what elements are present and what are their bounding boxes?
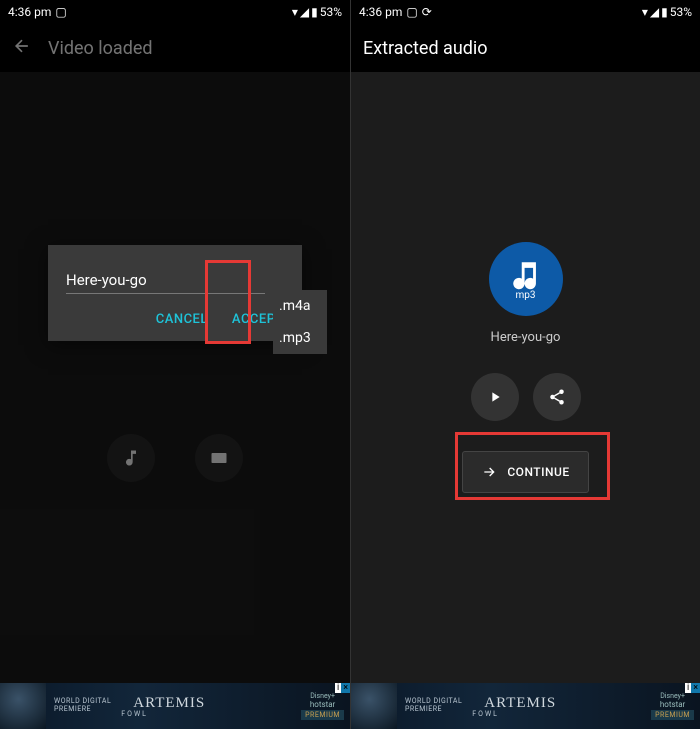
ad-banner[interactable]: WORLD DIGITAL PREMIERE ARTEMIS FOWL Disn… bbox=[0, 683, 350, 729]
play-button[interactable] bbox=[471, 373, 519, 421]
battery-pct: 53% bbox=[320, 5, 342, 19]
audio-format: mp3 bbox=[515, 290, 535, 301]
wifi-icon: ▾ bbox=[642, 5, 648, 19]
arrow-right-icon bbox=[481, 464, 497, 480]
format-option-mp3[interactable]: .mp3 bbox=[273, 322, 327, 354]
ad-brand: hotstar bbox=[301, 700, 344, 709]
phone-left: 4:36 pm ▢ ▾ ◢ ▮ 53% Video loaded ▼ bbox=[0, 0, 350, 729]
status-time: 4:36 pm bbox=[359, 5, 402, 19]
audio-filename: Here-you-go bbox=[491, 330, 561, 345]
ad-movie: ARTEMIS bbox=[484, 695, 556, 712]
screenshot-icon: ▢ bbox=[55, 5, 66, 19]
battery-pct: 53% bbox=[670, 5, 692, 19]
ad-tier: PREMIUM bbox=[651, 710, 694, 720]
continue-button[interactable]: CONTINUE bbox=[462, 451, 588, 493]
video-icon[interactable] bbox=[195, 434, 243, 482]
ad-line2: PREMIERE bbox=[54, 706, 111, 714]
screen-body bbox=[0, 72, 350, 683]
app-bar: Video loaded bbox=[0, 24, 350, 72]
signal-icon: ◢ bbox=[650, 5, 659, 19]
share-button[interactable] bbox=[533, 373, 581, 421]
ad-banner[interactable]: WORLD DIGITAL PREMIERE ARTEMIS FOWL Disn… bbox=[351, 683, 700, 729]
ad-image bbox=[0, 683, 46, 729]
signal-icon: ◢ bbox=[300, 5, 309, 19]
phone-right: 4:36 pm ▢ ⟳ ▾ ◢ ▮ 53% Extracted audio mp… bbox=[350, 0, 700, 729]
ad-tier: PREMIUM bbox=[301, 710, 344, 720]
filename-input[interactable] bbox=[66, 267, 265, 294]
app-bar: Extracted audio bbox=[351, 24, 700, 72]
battery-icon: ▮ bbox=[311, 5, 318, 19]
status-time: 4:36 pm bbox=[8, 5, 51, 19]
page-title: Extracted audio bbox=[363, 38, 488, 59]
wifi-icon: ▾ bbox=[292, 5, 298, 19]
music-icon[interactable] bbox=[107, 434, 155, 482]
audio-file-icon: mp3 bbox=[489, 242, 563, 316]
ad-image bbox=[351, 683, 397, 729]
format-option-m4a[interactable]: .m4a bbox=[273, 290, 327, 322]
continue-label: CONTINUE bbox=[507, 465, 569, 479]
ad-close-icon[interactable]: × bbox=[341, 683, 350, 693]
status-bar: 4:36 pm ▢ ▾ ◢ ▮ 53% bbox=[0, 0, 350, 24]
filename-dialog: ▼ .m4a .mp3 CANCEL ACCEPT bbox=[48, 245, 302, 341]
battery-icon: ▮ bbox=[661, 5, 668, 19]
ad-movie: ARTEMIS bbox=[133, 695, 205, 712]
back-icon[interactable] bbox=[12, 36, 32, 60]
ad-line2: PREMIERE bbox=[405, 706, 462, 714]
cancel-button[interactable]: CANCEL bbox=[156, 312, 208, 327]
ad-brand: hotstar bbox=[651, 700, 694, 709]
ad-close-icon[interactable]: × bbox=[691, 683, 700, 693]
sync-icon: ⟳ bbox=[422, 5, 432, 19]
status-bar: 4:36 pm ▢ ⟳ ▾ ◢ ▮ 53% bbox=[351, 0, 700, 24]
page-title: Video loaded bbox=[48, 38, 153, 59]
screen-body: mp3 Here-you-go CONTINUE bbox=[351, 72, 700, 683]
screenshot-icon: ▢ bbox=[406, 5, 417, 19]
